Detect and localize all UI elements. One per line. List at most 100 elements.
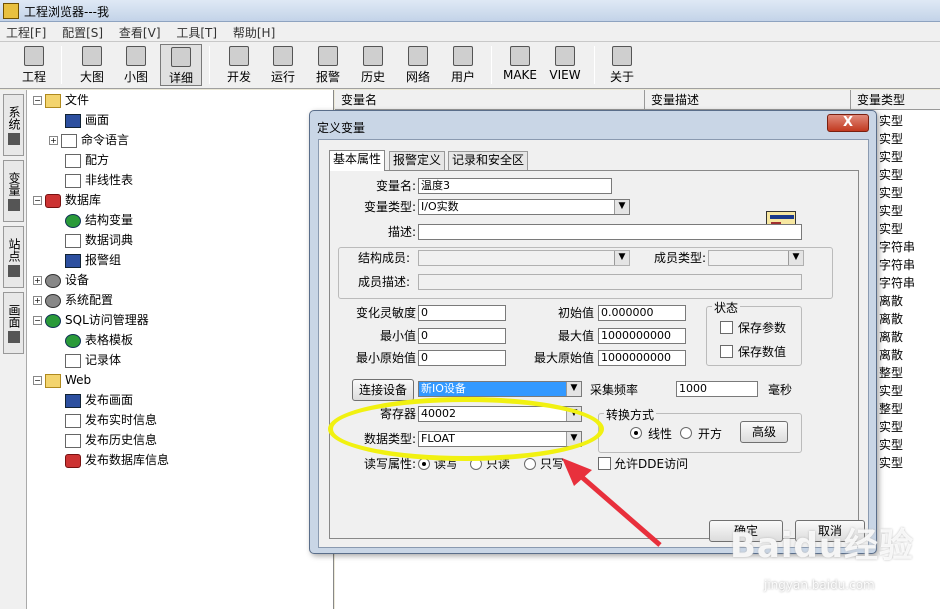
side-tab-station[interactable]: 站点 [3,226,24,288]
make-icon [510,46,530,66]
var-name-input[interactable]: 温度3 [418,178,612,194]
tree-item-file[interactable]: − 文件 [33,90,89,110]
collapse-icon[interactable]: − [33,96,42,105]
watermark-brand: Baidu经验 [730,526,915,566]
collapse-icon[interactable]: − [33,376,42,385]
tree-item-table-template[interactable]: 表格模板 [65,330,133,350]
side-tab-variable[interactable]: 变量 [3,160,24,222]
type-cell: 实型 [879,420,904,434]
toolbar-view-button[interactable]: VIEW [545,44,585,86]
max-raw-input[interactable]: 1000000000 [598,350,686,366]
collapse-icon[interactable]: − [33,316,42,325]
tree-item-database[interactable]: − 数据库 [33,190,101,210]
column-header-name[interactable]: 变量名 [335,90,645,110]
project-icon [24,46,44,66]
tree-item-sql[interactable]: − SQL访问管理器 [33,310,149,330]
toolbar-small-icon-button[interactable]: 小图 [116,44,156,86]
column-header-type[interactable]: 变量类型 [851,90,940,110]
menu-config[interactable]: 配置[S] [56,22,109,43]
tree-item-record[interactable]: 记录体 [65,350,121,370]
tree-item-publish-history[interactable]: 发布历史信息 [65,430,157,450]
device-select[interactable]: 新IO设备 ▼ [418,381,582,397]
toolbar-make-button[interactable]: MAKE [500,44,540,86]
side-tab-system[interactable]: 系统 [3,94,24,156]
type-cell: 实型 [879,456,904,470]
toolbar-separator [594,46,595,84]
list-header: 变量名 变量描述 变量类型 [335,90,940,110]
tree-item-nonlinear[interactable]: 非线性表 [65,170,133,190]
menu-tools[interactable]: 工具[T] [170,22,223,43]
advanced-button[interactable]: 高级 [740,421,788,443]
tree-item-publish-screen[interactable]: 发布画面 [65,390,133,410]
menu-project[interactable]: 工程[F] [0,22,52,43]
desc-input[interactable] [418,224,802,240]
linear-radio[interactable] [630,427,642,439]
expand-icon[interactable]: + [33,276,42,285]
detail-icon [171,47,191,67]
menu-bar: 工程[F] 配置[S] 查看[V] 工具[T] 帮助[H] [0,22,940,42]
book-icon [65,233,81,248]
chevron-down-icon[interactable]: ▼ [566,382,581,396]
toolbar-develop-button[interactable]: 开发 [219,44,259,86]
type-cell: 字符串 [879,240,916,254]
menu-view[interactable]: 查看[V] [113,22,167,43]
toolbar-user-button[interactable]: 用户 [443,44,483,86]
folder-icon [45,373,61,388]
tree-item-device[interactable]: + 设备 [33,270,89,290]
chevron-down-icon[interactable]: ▼ [788,251,803,265]
menu-help[interactable]: 帮助[H] [227,22,281,43]
toolbar-history-button[interactable]: 历史 [353,44,393,86]
dde-checkbox[interactable] [598,457,611,470]
member-desc-input[interactable] [418,274,802,290]
tree-item-publish-realtime[interactable]: 发布实时信息 [65,410,157,430]
linear-label: 线性 [648,427,673,441]
tree-item-web[interactable]: − Web [33,370,91,390]
chevron-down-icon[interactable]: ▼ [614,251,629,265]
tree-item-dictionary[interactable]: 数据词典 [65,230,133,250]
type-cell: 实型 [879,384,904,398]
save-params-label: 保存参数 [738,321,787,335]
tab-record-security[interactable]: 记录和安全区 [448,151,529,170]
min-input[interactable]: 0 [418,328,506,344]
expand-icon[interactable]: + [33,296,42,305]
tab-alarm[interactable]: 报警定义 [389,151,446,170]
expand-icon[interactable]: + [49,136,58,145]
max-label: 最大值 [557,329,594,343]
toolbar-project-button[interactable]: 工程 [14,44,54,86]
toolbar-large-icon-button[interactable]: 大图 [72,44,112,86]
init-input[interactable]: 0.000000 [598,305,686,321]
save-params-checkbox[interactable] [720,321,733,334]
side-tab-screen[interactable]: 画面 [3,292,24,354]
save-value-checkbox[interactable] [720,345,733,358]
writeonly-radio[interactable] [524,458,536,470]
variable-icon [8,198,20,211]
sensitivity-input[interactable]: 0 [418,305,506,321]
toolbar: 工程 大图 小图 详细 开发 运行 报警 历史 网络 用户 MAKE VIEW … [0,42,940,89]
tree-item-struct-var[interactable]: 结构变量 [65,210,133,230]
toolbar-detail-button[interactable]: 详细 [160,44,202,86]
min-raw-input[interactable]: 0 [418,350,506,366]
connect-device-button[interactable]: 连接设备 [352,379,414,401]
toolbar-alarm-button[interactable]: 报警 [308,44,348,86]
member-type-select[interactable]: ▼ [708,250,804,266]
tree-item-alarm-group[interactable]: 报警组 [65,250,121,270]
collapse-icon[interactable]: − [33,196,42,205]
chevron-down-icon[interactable]: ▼ [614,200,629,214]
tree-item-sysconfig[interactable]: + 系统配置 [33,290,113,310]
tree-item-recipe[interactable]: 配方 [65,150,109,170]
freq-input[interactable]: 1000 [676,381,758,397]
close-button[interactable]: X [827,114,869,132]
table-template-icon [65,333,81,348]
max-input[interactable]: 1000000000 [598,328,686,344]
var-type-select[interactable]: I/O实数 ▼ [418,199,630,215]
toolbar-run-button[interactable]: 运行 [263,44,303,86]
column-header-desc[interactable]: 变量描述 [645,90,851,110]
sqrt-radio[interactable] [680,427,692,439]
tab-basic[interactable]: 基本属性 [329,150,386,171]
toolbar-about-button[interactable]: 关于 [602,44,642,86]
tree-item-screen[interactable]: 画面 [65,110,109,130]
tree-item-command[interactable]: + 命令语言 [49,130,129,150]
toolbar-network-button[interactable]: 网络 [398,44,438,86]
tree-item-publish-db[interactable]: 发布数据库信息 [65,450,169,470]
struct-member-select[interactable]: ▼ [418,250,630,266]
